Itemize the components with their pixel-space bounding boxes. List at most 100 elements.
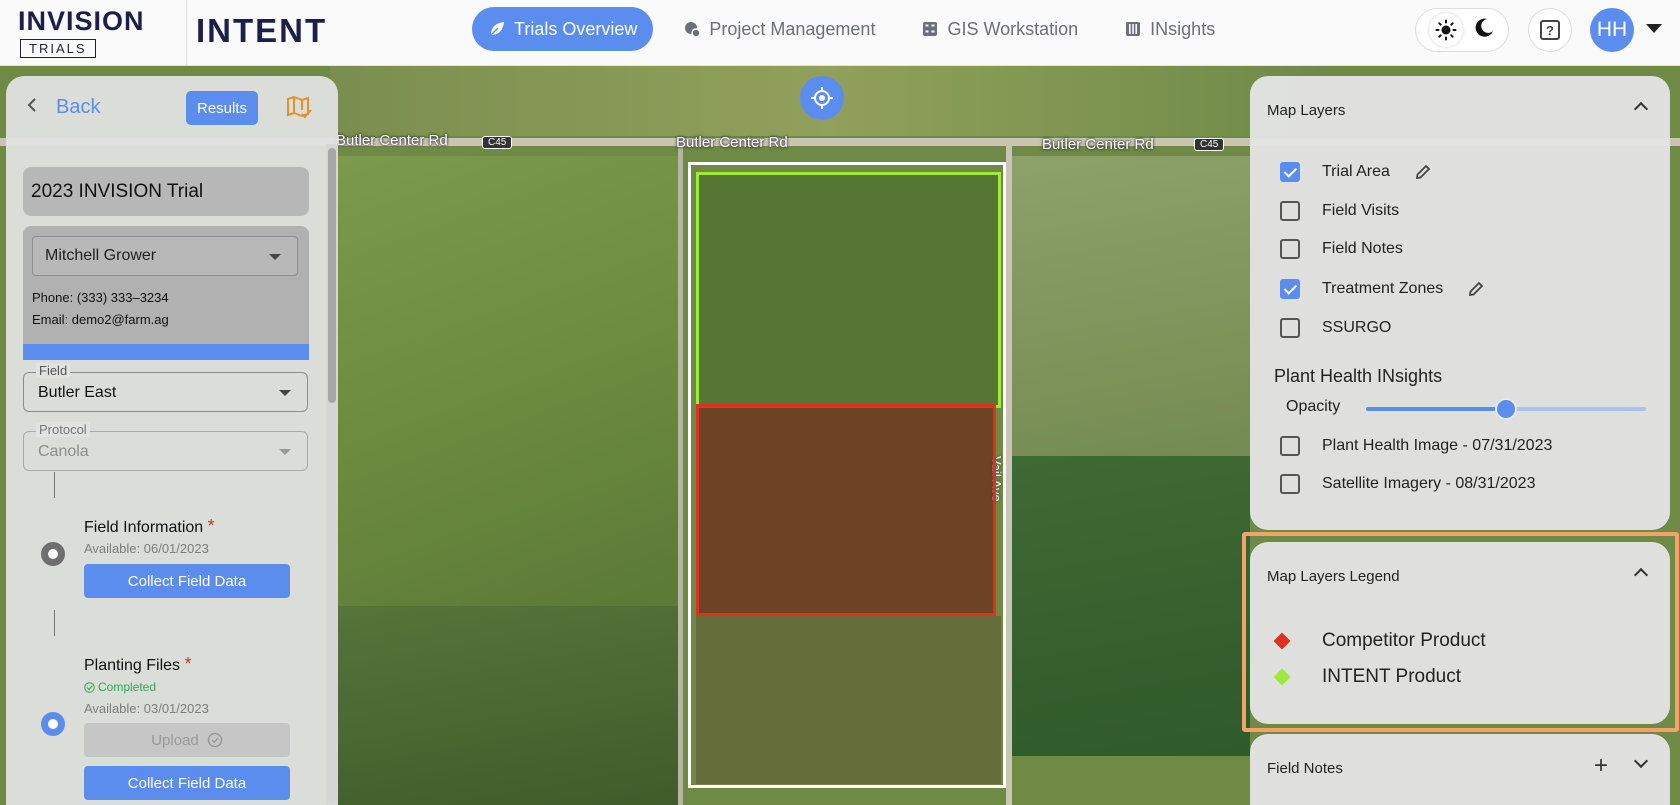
logo-trials-text: TRIALS bbox=[20, 39, 96, 58]
layer-toggle-treatment-zones[interactable]: Treatment Zones bbox=[1280, 279, 1485, 299]
legend-label: INTENT Product bbox=[1322, 666, 1462, 687]
timeline-connector bbox=[54, 472, 55, 498]
step-title-text: Field Information bbox=[84, 519, 204, 536]
map-check-icon[interactable] bbox=[286, 94, 312, 120]
layer-checkbox[interactable] bbox=[1280, 201, 1300, 221]
chevron-down-icon[interactable] bbox=[1633, 753, 1649, 769]
protocol-select: Protocol Canola bbox=[23, 422, 308, 471]
cog-box-icon bbox=[683, 20, 702, 38]
layer-label: Plant Health Image - 07/31/2023 bbox=[1322, 437, 1553, 454]
layer-toggle-ssurgo[interactable]: SSURGO bbox=[1280, 318, 1391, 338]
layer-label: Field Notes bbox=[1322, 240, 1403, 257]
grower-value: Mitchell Grower bbox=[45, 247, 157, 264]
check-icon bbox=[84, 681, 95, 693]
tab-label: GIS Workstation bbox=[947, 18, 1079, 39]
pencil-icon[interactable] bbox=[1467, 280, 1485, 298]
leaf-icon bbox=[488, 20, 506, 38]
grower-card-footer bbox=[23, 344, 309, 360]
chevron-up-icon[interactable] bbox=[1633, 101, 1649, 117]
road-shield: C45 bbox=[482, 136, 513, 149]
user-avatar[interactable]: HH bbox=[1590, 8, 1634, 52]
field-notes-panel: Field Notes + bbox=[1250, 734, 1670, 805]
layer-toggle-trial-area[interactable]: Trial Area bbox=[1280, 162, 1432, 182]
timeline-connector bbox=[54, 610, 55, 636]
chevron-up-icon[interactable] bbox=[1633, 567, 1649, 583]
treatment-zone-competitor[interactable] bbox=[696, 404, 996, 616]
chevron-down-icon[interactable] bbox=[1646, 24, 1662, 33]
map-layers-panel: Map Layers Trial Area Field Visits Field… bbox=[1250, 76, 1670, 530]
intent-logo[interactable]: INTENT bbox=[196, 12, 327, 50]
diamond-icon bbox=[1273, 668, 1291, 686]
invision-trials-logo[interactable]: INVISION TRIALS bbox=[18, 6, 178, 60]
scrollbar-thumb[interactable] bbox=[328, 148, 336, 403]
logo-invision-text: INVISION bbox=[18, 6, 145, 36]
collect-field-data-button[interactable]: Collect Field Data bbox=[84, 766, 290, 800]
required-marker: * bbox=[184, 654, 192, 674]
grower-email: Email: demo2@farm.ag bbox=[32, 312, 169, 327]
map-farmland bbox=[330, 606, 680, 805]
collect-field-data-button[interactable]: Collect Field Data bbox=[84, 564, 290, 598]
layer-toggle-field-notes[interactable]: Field Notes bbox=[1280, 239, 1403, 259]
treatment-zone-untreated[interactable] bbox=[696, 616, 1001, 784]
trial-sidebar: Back Results 2023 INVISION Trial Mitchel… bbox=[6, 76, 338, 805]
layer-checkbox[interactable] bbox=[1280, 474, 1300, 494]
protocol-value: Canola bbox=[38, 443, 89, 460]
layer-checkbox[interactable] bbox=[1280, 279, 1300, 299]
tab-insights[interactable]: INsights bbox=[1108, 7, 1231, 51]
field-select[interactable]: Field Butler East bbox=[23, 363, 308, 412]
sliders-icon bbox=[1124, 20, 1142, 38]
step-title: Planting Files * bbox=[84, 654, 192, 675]
road-label: Butler Center Rd bbox=[336, 132, 448, 149]
treatment-zone-intent[interactable] bbox=[696, 172, 1001, 408]
back-button[interactable]: Back bbox=[26, 96, 100, 119]
results-button[interactable]: Results bbox=[186, 91, 258, 125]
field-label: Field bbox=[36, 363, 71, 378]
grower-phone: Phone: (333) 333–3234 bbox=[32, 290, 169, 305]
opacity-slider[interactable] bbox=[1366, 398, 1646, 420]
insights-title: Plant Health INsights bbox=[1274, 366, 1443, 386]
step-available: Available: 03/01/2023 bbox=[84, 701, 209, 716]
main-nav: Trials Overview Project Management GIS W… bbox=[472, 7, 1231, 51]
layer-toggle-field-visits[interactable]: Field Visits bbox=[1280, 201, 1399, 221]
road-shield: C45 bbox=[1194, 138, 1225, 151]
grower-card: Mitchell Grower Phone: (333) 333–3234 Em… bbox=[23, 226, 309, 360]
layer-label: Trial Area bbox=[1322, 163, 1390, 180]
map-layers-legend-panel: Map Layers Legend Competitor Product INT… bbox=[1250, 542, 1670, 724]
map-road bbox=[678, 138, 683, 805]
layer-checkbox[interactable] bbox=[1280, 436, 1300, 456]
sun-icon[interactable] bbox=[1429, 13, 1463, 47]
layer-label: Treatment Zones bbox=[1322, 280, 1444, 297]
road-label: Butler Center Rd bbox=[676, 134, 788, 151]
upload-button: Upload bbox=[84, 723, 290, 757]
logo-divider bbox=[186, 0, 187, 66]
tab-trials-overview[interactable]: Trials Overview bbox=[472, 7, 654, 51]
theme-toggle[interactable] bbox=[1415, 8, 1509, 52]
layer-toggle-plant-health-image[interactable]: Plant Health Image - 07/31/2023 bbox=[1280, 436, 1552, 456]
grower-select[interactable]: Mitchell Grower bbox=[32, 236, 298, 276]
opacity-slider-fill bbox=[1366, 407, 1506, 411]
help-icon: ? bbox=[1540, 20, 1560, 40]
calculator-icon bbox=[921, 20, 939, 38]
plus-icon[interactable]: + bbox=[1594, 754, 1608, 778]
locate-button[interactable] bbox=[800, 76, 844, 120]
layer-checkbox[interactable] bbox=[1280, 239, 1300, 259]
legend-label: Competitor Product bbox=[1322, 630, 1486, 651]
pencil-icon[interactable] bbox=[1414, 163, 1432, 181]
step-status-text: Completed bbox=[98, 680, 157, 694]
road-label: Butler Center Rd bbox=[1042, 136, 1154, 153]
panel-title: Map Layers Legend bbox=[1267, 568, 1400, 585]
legend-item-competitor: Competitor Product bbox=[1273, 630, 1486, 652]
layer-label: SSURGO bbox=[1322, 319, 1392, 336]
opacity-slider-thumb[interactable] bbox=[1495, 398, 1517, 420]
help-button[interactable]: ? bbox=[1528, 8, 1572, 52]
layer-toggle-satellite-imagery[interactable]: Satellite Imagery - 08/31/2023 bbox=[1280, 474, 1535, 494]
step-title: Field Information * bbox=[84, 516, 215, 537]
tab-project-management[interactable]: Project Management bbox=[667, 7, 891, 51]
step-title-text: Planting Files bbox=[84, 657, 181, 674]
layer-checkbox[interactable] bbox=[1280, 162, 1300, 182]
layer-checkbox[interactable] bbox=[1280, 318, 1300, 338]
moon-icon[interactable] bbox=[1473, 17, 1495, 44]
tab-gis-workstation[interactable]: GIS Workstation bbox=[905, 7, 1094, 51]
layer-label: Field Visits bbox=[1322, 202, 1400, 219]
back-label: Back bbox=[56, 96, 101, 118]
